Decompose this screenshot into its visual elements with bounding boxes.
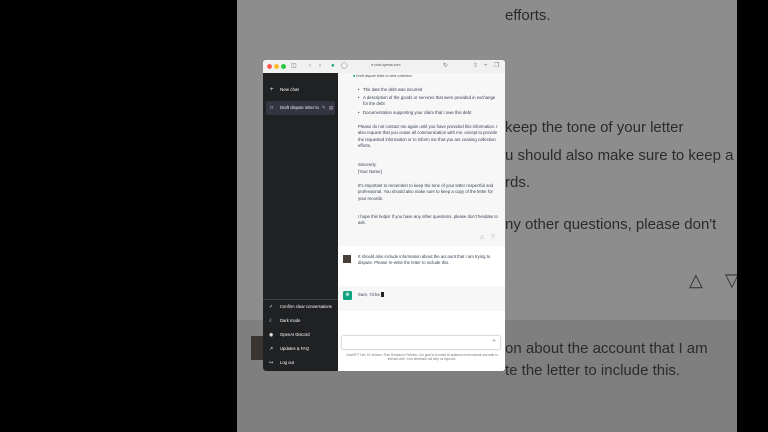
disclaimer-text: ChatGPT Dec 15 Version. Free Research Pr… [346,353,498,362]
confirm-clear-button[interactable]: ✓ Confirm clear conversations [266,301,335,313]
assistant-reply: Sure, I'd be [358,292,498,298]
browser-window: ◫ ‹ › ● ◯ ● chat.openai.com ↻ ⇧ + ❐ + Ne… [263,60,505,371]
message-paragraph: [Your Name] [358,169,382,174]
logout-icon: ↪ [269,360,274,366]
sidebar-chat-item[interactable]: □ Draft dispute letter to ✎ ▤ [266,101,335,115]
moon-icon: ☾ [269,318,274,324]
share-icon[interactable]: ⇧ [473,62,478,71]
user-avatar [343,255,351,263]
close-window-button[interactable] [267,64,272,69]
bg-text-line: u should also make sure to keep a [505,147,734,164]
discord-link[interactable]: ◉ OpenAI Discord [266,329,335,341]
external-link-icon: ↗ [269,346,274,352]
message-paragraph: Please do not contact me again until you… [358,124,498,149]
chatgpt-logo-icon: ❋ [343,291,352,300]
minimize-window-button[interactable] [274,64,279,69]
sidebar-toggle-icon[interactable]: ◫ [291,62,297,71]
check-icon: ✓ [269,304,274,310]
shield-icon[interactable]: ◯ [341,62,348,71]
sidebar: + New chat □ Draft dispute letter to ✎ ▤… [263,73,338,371]
browser-toolbar: ◫ ‹ › ● ◯ ● chat.openai.com ↻ ⇧ + ❐ [263,60,505,74]
left-letterbox [0,0,237,432]
message-paragraph: I hope this helps! If you have any other… [358,214,498,226]
assistant-reply-block [338,286,505,311]
thumbs-up-icon: △ [689,270,703,290]
logout-button[interactable]: ↪ Log out [266,357,335,369]
address-bar[interactable]: ● chat.openai.com [371,63,401,67]
thumbs-down-icon: ▽ [725,270,737,290]
trash-icon[interactable]: ▤ [329,101,333,115]
thumbs-down-icon[interactable]: ▽ [491,234,495,240]
chat-main: ■ Draft dispute letter to debt collectio… [338,73,505,371]
message-input[interactable] [341,335,501,350]
plus-icon: + [270,87,274,93]
discord-icon: ◉ [269,332,274,338]
list-item: The date the debt was incurred [358,87,499,94]
typing-cursor [380,292,384,297]
new-tab-icon[interactable]: + [484,62,488,71]
forward-icon[interactable]: › [319,62,321,71]
reload-icon[interactable]: ↻ [443,62,448,71]
sidebar-divider [263,299,338,300]
list-item: Documentation supporting your claim that… [358,110,499,117]
right-letterbox [737,0,768,432]
bg-text-line: efforts. [505,7,551,24]
bg-text-line: te the letter to include this. [505,362,681,379]
dark-mode-button[interactable]: ☾ Dark mode [266,315,335,327]
list-item: A description of the goods or services t… [358,95,499,108]
edit-icon[interactable]: ✎ [322,101,326,115]
tabs-overview-icon[interactable]: ❐ [494,62,499,71]
maximize-window-button[interactable] [281,64,286,69]
new-chat-button[interactable]: + New chat [266,82,335,98]
send-icon[interactable]: ➤ [492,338,496,344]
message-paragraph: Sincerely, [358,162,377,167]
conversation-title: ■ Draft dispute letter to debt collectio… [353,74,412,78]
updates-faq-link[interactable]: ↗ Updates & FAQ [266,343,335,355]
thumbs-up-icon[interactable]: △ [480,234,484,240]
bg-text-line: keep the tone of your letter [505,119,684,136]
bg-text-line: on about the account that I am [505,340,708,357]
extension-icon[interactable]: ● [331,62,335,71]
message-paragraph: It's important to remember to keep the t… [358,183,494,201]
back-icon[interactable]: ‹ [309,62,311,71]
user-message: It should also include information about… [358,254,491,266]
bg-text-line: ny other questions, please don't [505,216,717,233]
chat-bubble-icon: □ [270,105,274,111]
bg-text-line: rds. [505,174,531,191]
